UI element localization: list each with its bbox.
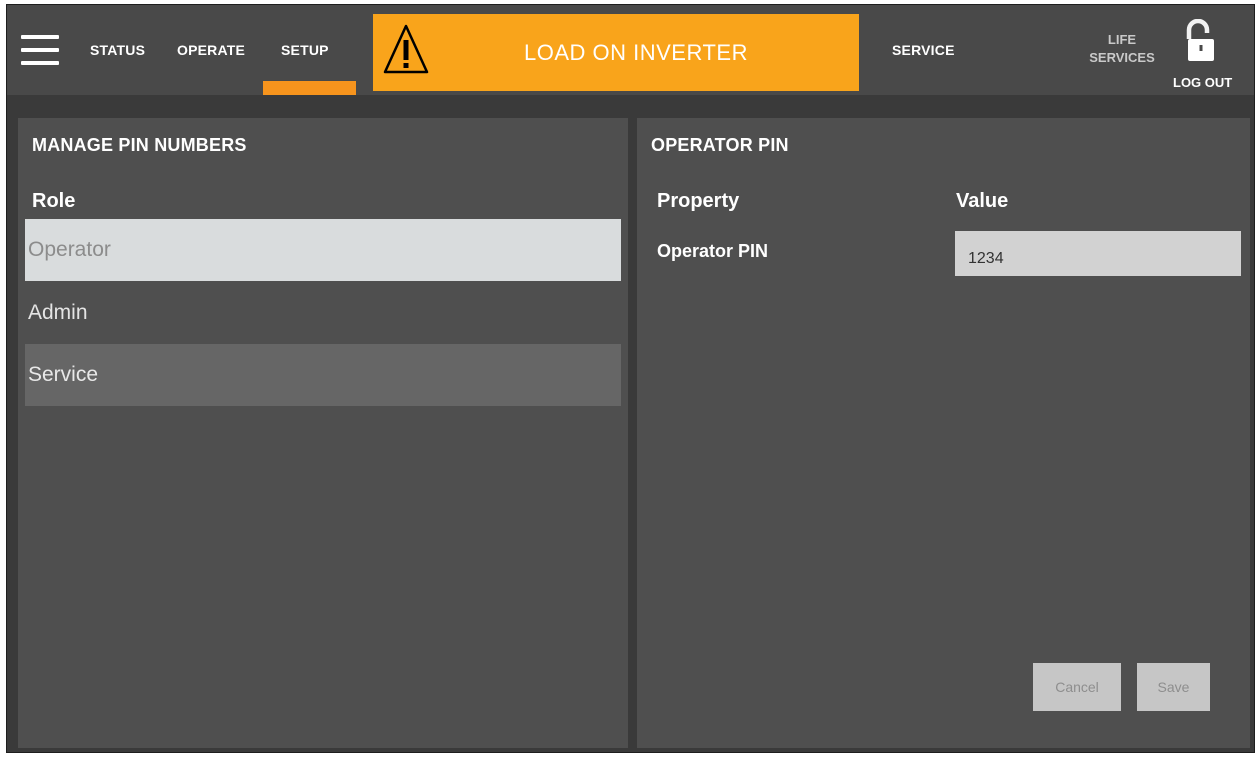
operator-pin-label: Operator PIN	[657, 241, 769, 261]
life-services-line-2: SERVICES	[1089, 50, 1155, 65]
hamburger-menu-icon[interactable]	[21, 35, 59, 65]
app-frame: STATUS OPERATE SETUP LOAD ON INVERTER SE…	[6, 4, 1255, 753]
alarm-banner[interactable]: LOAD ON INVERTER	[373, 14, 859, 91]
active-tab-indicator	[263, 81, 356, 95]
nav-status[interactable]: STATUS	[90, 5, 145, 95]
property-column-header: Property	[657, 190, 740, 212]
value-column-header: Value	[956, 190, 1009, 212]
panel-title: MANAGE PIN NUMBERS	[32, 135, 247, 155]
logout-label[interactable]: LOG OUT	[1173, 75, 1232, 90]
operator-pin-panel: OPERATOR PIN Property Value Operator PIN…	[637, 118, 1250, 748]
save-button[interactable]: Save	[1137, 663, 1210, 711]
cancel-button[interactable]: Cancel	[1033, 663, 1121, 711]
panel-title: OPERATOR PIN	[651, 135, 789, 155]
top-bar: STATUS OPERATE SETUP LOAD ON INVERTER SE…	[7, 5, 1254, 95]
role-row-operator[interactable]: Operator	[25, 219, 621, 281]
role-row-service[interactable]: Service	[25, 344, 621, 406]
role-row-admin[interactable]: Admin	[25, 282, 621, 344]
manage-pin-panel: MANAGE PIN NUMBERS Role Operator Admin S…	[18, 118, 628, 748]
alarm-text: LOAD ON INVERTER	[524, 40, 748, 65]
life-services-line-1: LIFE	[1107, 32, 1137, 47]
role-column-header: Role	[32, 190, 76, 212]
unlocked-padlock-icon[interactable]	[1185, 19, 1215, 63]
operator-pin-input[interactable]	[955, 231, 1241, 276]
nav-life-services[interactable]: LIFE SERVICES	[1087, 31, 1157, 67]
nav-service[interactable]: SERVICE	[892, 5, 955, 95]
nav-operate[interactable]: OPERATE	[177, 5, 245, 95]
